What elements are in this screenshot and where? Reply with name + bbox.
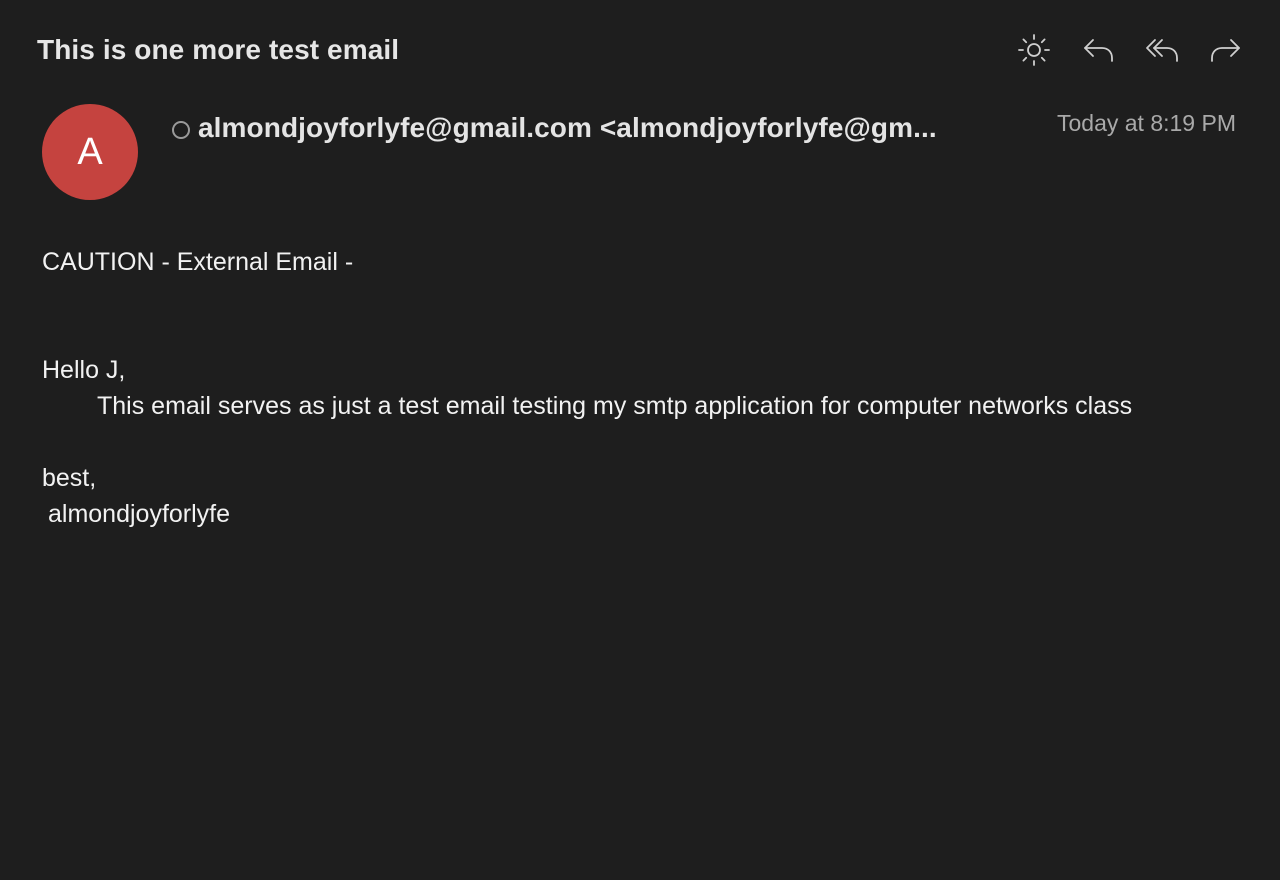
sun-icon <box>1018 34 1050 66</box>
sender-avatar[interactable]: A <box>42 104 138 200</box>
unread-status-icon[interactable] <box>172 120 190 139</box>
forward-icon <box>1211 39 1240 62</box>
email-subject: This is one more test email <box>37 34 400 65</box>
reply-button[interactable] <box>1080 32 1116 68</box>
reply-icon <box>1084 39 1113 62</box>
sender-address[interactable]: almondjoyforlyfe@gmail.com <almondjoyfor… <box>198 112 937 144</box>
reply-all-button[interactable] <box>1144 32 1180 68</box>
forward-button[interactable] <box>1208 32 1244 68</box>
sender-row: almondjoyforlyfe@gmail.com <almondjoyfor… <box>172 112 982 144</box>
body-paragraph: This email serves as just a test email t… <box>97 392 1133 420</box>
greeting-line: Hello J, <box>42 356 126 384</box>
reply-all-icon <box>1146 39 1178 62</box>
signature-line: almondjoyforlyfe <box>48 500 231 528</box>
message-toolbar <box>1016 32 1244 68</box>
closing-line: best, <box>42 464 97 492</box>
message-timestamp: Today at 8:19 PM <box>1057 110 1236 136</box>
email-body: CAUTION - External Email - Hello J, This… <box>42 244 1252 532</box>
appearance-button[interactable] <box>1016 32 1052 68</box>
caution-banner: CAUTION - External Email - <box>42 248 354 276</box>
